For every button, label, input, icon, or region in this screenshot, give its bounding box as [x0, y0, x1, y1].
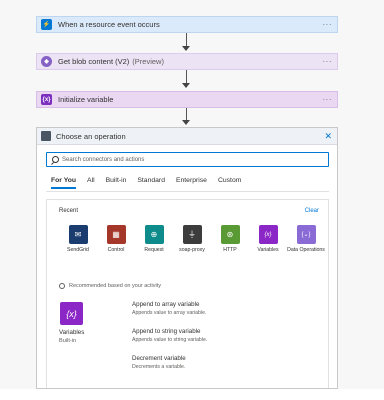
info-icon [59, 283, 65, 289]
connector-line [186, 33, 187, 47]
connector-sendgrid[interactable]: ✉ SendGrid [59, 225, 97, 254]
recent-heading: Recent [59, 208, 79, 214]
connector-label: Data Operations [287, 247, 325, 253]
featured-connector-type: Built-in [59, 338, 77, 344]
close-icon[interactable]: ✕ [324, 131, 332, 142]
action-description: Decrements a variable. [132, 364, 186, 370]
panel-header: Choose an operation ✕ [37, 128, 337, 145]
tab-custom[interactable]: Custom [218, 177, 241, 189]
blob-storage-icon: ◆ [41, 56, 52, 67]
connector-label: soap-proxy [179, 247, 205, 253]
action-list: Append to array variable Appends value t… [132, 301, 207, 382]
initialize-variable-step-card[interactable]: {x} Initialize variable ··· [36, 91, 338, 108]
connector-data-operations[interactable]: {⌄} Data Operations [287, 225, 325, 254]
variable-icon: {x} [41, 94, 52, 105]
more-options-icon[interactable]: ··· [323, 95, 333, 104]
action-description: Appends value to string variable. [132, 337, 208, 343]
clear-link[interactable]: Clear [305, 208, 319, 214]
data-operations-icon: {⌄} [296, 225, 316, 244]
panel-title: Choose an operation [56, 131, 126, 141]
connector-arrow-icon [182, 120, 190, 125]
tab-built-in[interactable]: Built-in [106, 177, 127, 189]
category-tabs: For You All Built-in Standard Enterprise… [51, 177, 252, 189]
connector-label: Variables [257, 247, 279, 253]
request-icon: ⊕ [144, 225, 164, 244]
tabs-divider [46, 191, 329, 192]
tab-for-you[interactable]: For You [51, 177, 77, 189]
preview-label: (Preview) [132, 57, 164, 66]
connector-soap-proxy[interactable]: ⏚ soap-proxy [173, 225, 211, 254]
recent-connectors: ✉ SendGrid ▦ Control ⊕ Request ⏚ soap-pr… [59, 225, 325, 254]
connector-arrow-icon [182, 83, 190, 88]
tab-enterprise[interactable]: Enterprise [176, 177, 207, 189]
designer-canvas: ⚡ When a resource event occurs ··· ◆ Get… [0, 0, 384, 400]
http-icon: ⊛ [220, 225, 240, 244]
tab-standard[interactable]: Standard [137, 177, 165, 189]
more-options-icon[interactable]: ··· [323, 20, 333, 29]
plug-icon: ⏚ [182, 225, 202, 244]
connector-label: Request [144, 247, 164, 253]
connector-label: Control [107, 247, 125, 253]
more-options-icon[interactable]: ··· [323, 57, 333, 66]
connector-request[interactable]: ⊕ Request [135, 225, 173, 254]
connector-label: HTTP [223, 247, 237, 253]
action-title: Append to string variable [132, 328, 201, 335]
step-title: Get blob content (V2) [58, 57, 130, 66]
search-input[interactable]: Search connectors and actions [46, 152, 329, 167]
search-placeholder: Search connectors and actions [62, 156, 145, 163]
connector-label: SendGrid [67, 247, 89, 253]
control-icon: ▦ [106, 225, 126, 244]
connector-arrow-icon [182, 46, 190, 51]
action-description: Appends value to array variable. [132, 310, 207, 316]
recommended-label: Recommended based on your activity [69, 283, 162, 289]
results-area: Recent Clear ✉ SendGrid ▦ Control ⊕ Requ… [46, 199, 329, 388]
variable-icon: {x} [258, 225, 278, 244]
operation-icon [41, 131, 51, 141]
step-title: When a resource event occurs [58, 20, 160, 29]
step-title: Initialize variable [58, 95, 114, 104]
event-grid-icon: ⚡ [41, 19, 52, 30]
choose-operation-panel: Choose an operation ✕ Search connectors … [36, 127, 338, 389]
get-blob-step-card[interactable]: ◆ Get blob content (V2) (Preview) ··· [36, 53, 338, 70]
connector-http[interactable]: ⊛ HTTP [211, 225, 249, 254]
variable-icon[interactable]: {x} [60, 302, 83, 325]
trigger-step-card[interactable]: ⚡ When a resource event occurs ··· [36, 16, 338, 33]
sendgrid-icon: ✉ [68, 225, 88, 244]
tab-all[interactable]: All [87, 177, 95, 189]
action-item-append-array[interactable]: Append to array variable Appends value t… [132, 301, 207, 316]
connector-control[interactable]: ▦ Control [97, 225, 135, 254]
action-item-decrement[interactable]: Decrement variable Decrements a variable… [132, 355, 207, 370]
action-title: Append to array variable [132, 301, 200, 308]
recommended-heading: Recommended based on your activity [59, 283, 161, 289]
action-item-append-string[interactable]: Append to string variable Appends value … [132, 328, 207, 343]
page-footer [0, 389, 384, 400]
connector-line [186, 70, 187, 84]
action-title: Decrement variable [132, 355, 186, 362]
featured-connector-name[interactable]: Variables [59, 329, 84, 336]
connector-variables[interactable]: {x} Variables [249, 225, 287, 254]
search-icon [52, 156, 59, 163]
